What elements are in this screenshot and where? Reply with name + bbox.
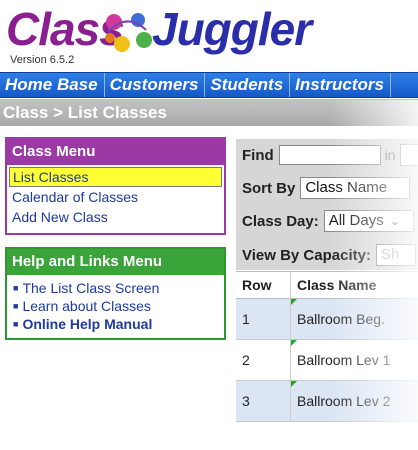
class-menu: Class Menu List Classes Calendar of Clas… bbox=[5, 137, 226, 235]
menu-item-list-classes[interactable]: List Classes bbox=[9, 167, 222, 187]
find-input[interactable] bbox=[278, 145, 381, 165]
help-link-label: Learn about Classes bbox=[22, 298, 151, 314]
table-row[interactable]: 1 Ballroom Beg. bbox=[236, 299, 418, 340]
find-label: Find bbox=[242, 146, 274, 164]
row-number: 1 bbox=[236, 299, 291, 339]
help-link-label: The List Class Screen bbox=[22, 280, 160, 296]
class-day-value: All Days bbox=[328, 212, 384, 229]
filter-panel: Find in Sort By Class Name Class Day: Al… bbox=[236, 139, 418, 270]
capacity-select[interactable]: Sh bbox=[375, 244, 416, 266]
class-day-select[interactable]: All Days ⌄ bbox=[323, 210, 414, 232]
chevron-down-icon: ⌄ bbox=[389, 214, 400, 228]
class-menu-title: Class Menu bbox=[7, 139, 224, 165]
help-links-menu: Help and Links Menu ■ The List Class Scre… bbox=[5, 247, 226, 340]
juggling-balls-icon bbox=[105, 13, 152, 52]
class-name-cell[interactable]: Ballroom Lev 1 bbox=[291, 340, 418, 380]
help-link-learn-about-classes[interactable]: ■ Learn about Classes bbox=[7, 297, 224, 315]
class-list-table: Row Class Name 1 Ballroom Beg. 2 Ballroo… bbox=[236, 271, 418, 422]
nav-students[interactable]: Students bbox=[205, 73, 291, 97]
class-day-row: Class Day: All Days ⌄ bbox=[242, 209, 414, 233]
find-field-select[interactable] bbox=[399, 144, 418, 166]
class-name-cell[interactable]: Ballroom Lev 2 bbox=[291, 381, 418, 421]
class-day-label: Class Day: bbox=[242, 212, 319, 230]
breadcrumb-bar: Class > List Classes bbox=[0, 99, 418, 126]
main-nav: Home Base Customers Students Instructors bbox=[0, 72, 418, 98]
version-label: Version 6.5.2 bbox=[10, 54, 75, 66]
logo-word-juggler: Juggler bbox=[152, 3, 312, 55]
header-row[interactable]: Row bbox=[236, 272, 291, 298]
row-number: 2 bbox=[236, 340, 291, 380]
help-link-list-class-screen[interactable]: ■ The List Class Screen bbox=[7, 279, 224, 297]
header-class-name[interactable]: Class Name bbox=[291, 272, 418, 298]
table-row[interactable]: 2 Ballroom Lev 1 bbox=[236, 340, 418, 381]
view-by-capacity-label: View By Capacity: bbox=[242, 246, 371, 264]
menu-item-add-new-class[interactable]: Add New Class bbox=[7, 207, 224, 227]
sort-row: Sort By Class Name bbox=[242, 176, 411, 200]
sort-by-label: Sort By bbox=[242, 179, 296, 197]
table-header: Row Class Name bbox=[236, 271, 418, 299]
class-juggler-logo: Class Juggler Version 6.5.2 bbox=[4, 0, 312, 68]
capacity-row: View By Capacity: Sh bbox=[242, 243, 416, 267]
help-menu-title: Help and Links Menu bbox=[7, 249, 224, 275]
bullet-icon: ■ bbox=[13, 283, 19, 293]
in-label: in bbox=[384, 147, 396, 163]
nav-instructors[interactable]: Instructors bbox=[290, 73, 391, 97]
table-row[interactable]: 3 Ballroom Lev 2 bbox=[236, 381, 418, 422]
breadcrumb: Class > List Classes bbox=[3, 103, 167, 122]
find-row: Find in bbox=[242, 143, 418, 167]
class-name-cell[interactable]: Ballroom Beg. bbox=[291, 299, 418, 339]
nav-customers[interactable]: Customers bbox=[105, 73, 206, 97]
sort-by-select[interactable]: Class Name bbox=[300, 177, 411, 199]
menu-item-calendar-of-classes[interactable]: Calendar of Classes bbox=[7, 187, 224, 207]
bullet-icon: ■ bbox=[13, 319, 19, 329]
row-number: 3 bbox=[236, 381, 291, 421]
help-link-label: Online Help Manual bbox=[22, 316, 153, 332]
nav-home-base[interactable]: Home Base bbox=[0, 73, 105, 97]
bullet-icon: ■ bbox=[13, 301, 19, 311]
help-link-online-help-manual[interactable]: ■ Online Help Manual bbox=[7, 315, 224, 333]
